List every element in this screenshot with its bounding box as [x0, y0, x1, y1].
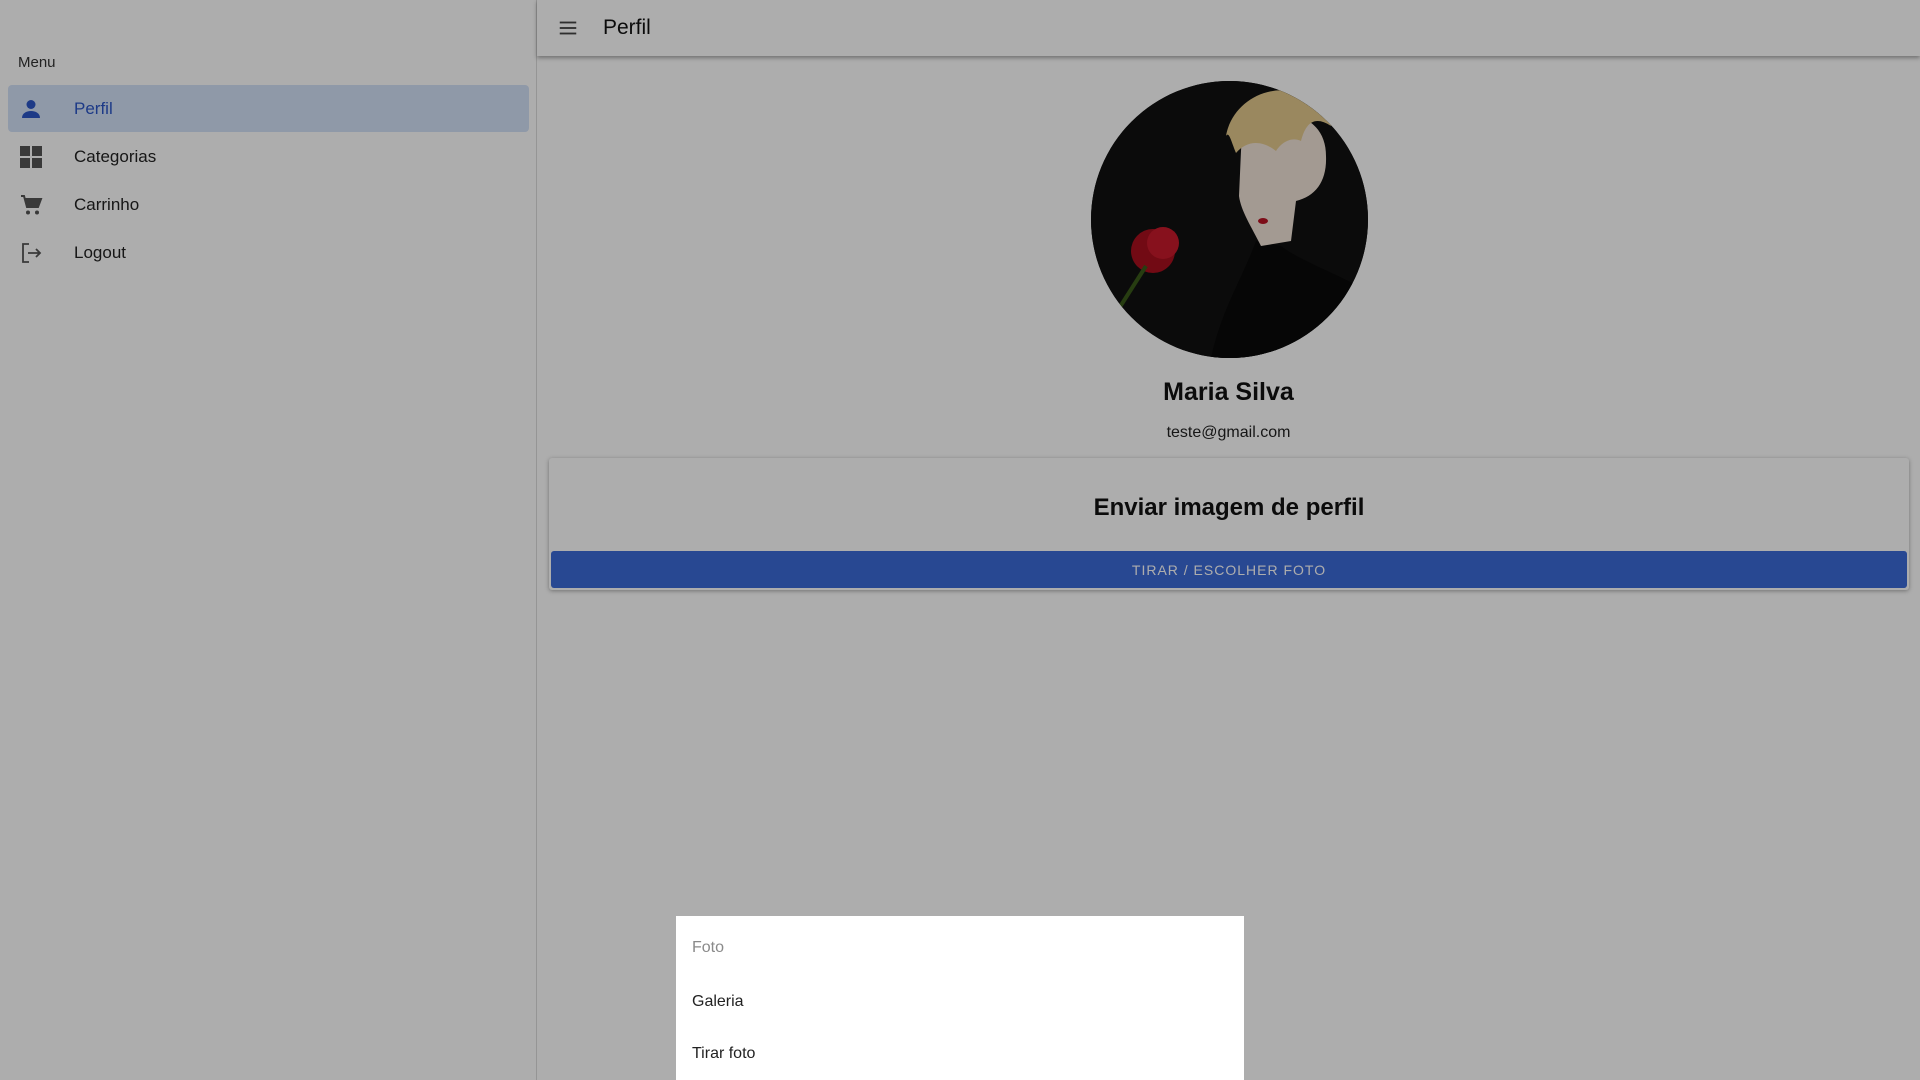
action-sheet-option-tirar-foto[interactable]: Tirar foto: [676, 1029, 1244, 1079]
app-root: Menu Perfil Categorias Carrinho Logout P…: [0, 0, 1920, 1080]
action-sheet-option-galeria[interactable]: Galeria: [676, 977, 1244, 1027]
action-sheet: Foto Galeria Tirar foto: [676, 916, 1244, 1080]
action-sheet-header: Foto: [692, 939, 725, 956]
